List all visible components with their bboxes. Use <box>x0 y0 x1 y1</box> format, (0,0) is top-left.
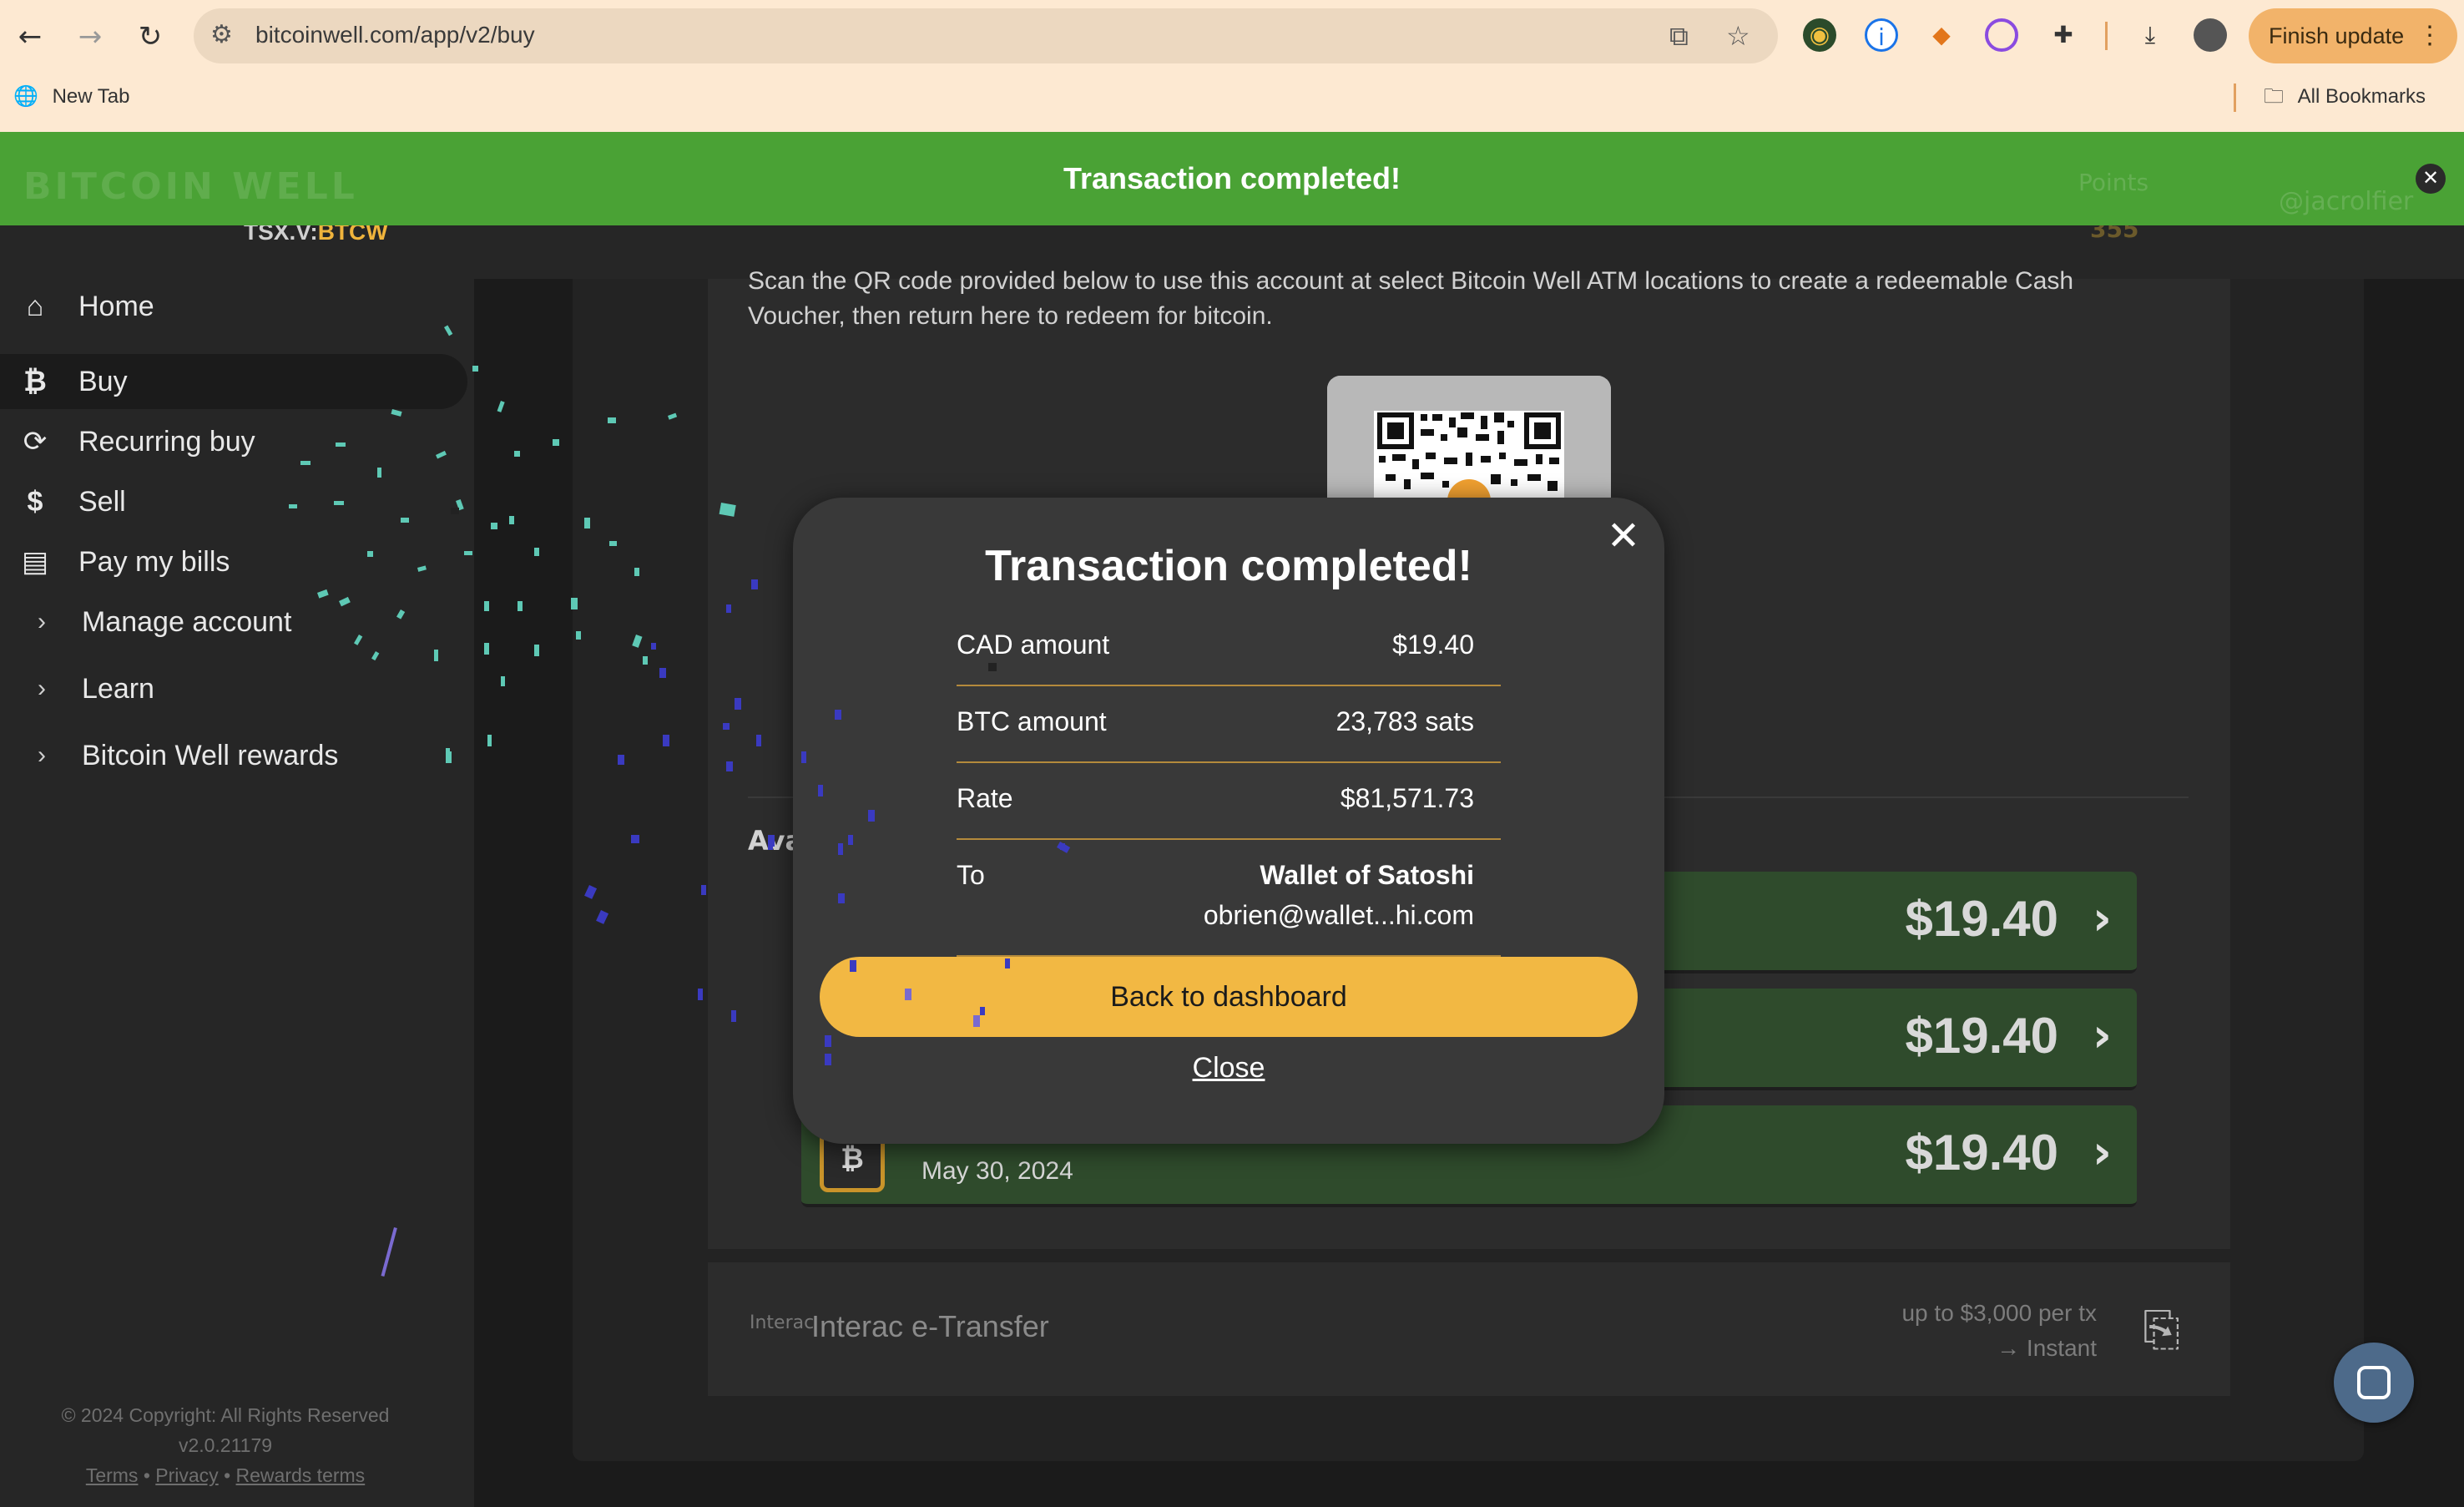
recipient-address: obrien@wallet...hi.com <box>1203 900 1474 930</box>
detail-row-to: To Wallet of Satoshi obrien@wallet...hi.… <box>957 860 1501 957</box>
globe-icon: 🌐 <box>13 85 38 108</box>
bookmarks-divider <box>2234 83 2236 112</box>
detail-key: CAD amount <box>957 630 1110 660</box>
sidebar-group-label: Learn <box>82 673 154 705</box>
card-description: Scan the QR code provided below to use t… <box>748 267 2074 330</box>
id-badge-icon: ⎘ <box>2143 1302 2180 1357</box>
chevron-right-icon: › <box>38 741 46 769</box>
extension-circle-icon[interactable] <box>1985 18 2018 52</box>
modal-title: Transaction completed! <box>985 542 1472 590</box>
all-bookmarks-label: All Bookmarks <box>2297 85 2426 108</box>
sidebar-item-label: Recurring buy <box>78 426 255 458</box>
site-settings-icon[interactable]: ⚙ <box>210 20 233 49</box>
finish-update-button[interactable]: Finish update ⋮ <box>2249 8 2457 63</box>
sidebar-item-label: Home <box>78 291 154 322</box>
voucher-date: May 30, 2024 <box>921 1157 1073 1185</box>
chevron-right-icon: › <box>2092 1009 2112 1063</box>
sidebar-item-pay-my-bills[interactable]: ▤ Pay my bills <box>0 534 467 589</box>
bitcoin-icon: ₿ <box>23 366 47 397</box>
interac-option[interactable]: Interac Interac e-Transfer up to $3,000 … <box>708 1262 2230 1396</box>
browser-chrome: ← → ↻ ⚙ bitcoinwell.com/app/v2/buy ⧉ ☆ ◉… <box>0 0 2464 132</box>
recurring-icon: ⟳ <box>23 426 48 458</box>
kebab-menu-icon: ⋮ <box>2417 22 2442 49</box>
home-icon: ⌂ <box>26 291 44 322</box>
reload-icon[interactable]: ↻ <box>130 17 170 57</box>
bookmark-label: New Tab <box>52 85 130 108</box>
detail-value: 23,783 sats <box>1336 706 1474 736</box>
chevron-right-icon: › <box>2092 892 2112 946</box>
bookmark-new-tab[interactable]: 🌐 New Tab <box>13 80 130 114</box>
username: @jacrolfier <box>2279 187 2414 216</box>
detail-key: BTC amount <box>957 706 1107 736</box>
interac-logo-icon: Interac <box>750 1312 815 1333</box>
chevron-right-icon: › <box>38 608 46 635</box>
footer-copyright: © 2024 Copyright: All Rights Reserved <box>61 1404 390 1426</box>
forward-arrow-icon[interactable]: → <box>70 17 110 57</box>
logo-text: BITCOIN WELL <box>23 165 358 208</box>
interac-speed-text: → Instant <box>1997 1335 2097 1361</box>
all-bookmarks[interactable]: 🗀 All Bookmarks <box>2264 80 2426 114</box>
privacy-link[interactable]: Privacy <box>155 1464 218 1486</box>
points-label: Points <box>2078 169 2149 196</box>
sidebar-group-label: Manage account <box>82 606 292 638</box>
detail-row-cad: CAD amount $19.40 <box>957 630 1501 686</box>
sidebar-item-recurring-buy[interactable]: ⟳ Recurring buy <box>0 414 467 469</box>
chevron-right-icon: › <box>38 675 46 702</box>
sidebar-group-learn[interactable]: › Learn <box>0 661 467 716</box>
address-bar[interactable]: ⚙ bitcoinwell.com/app/v2/buy ⧉ ☆ <box>194 8 1778 63</box>
bookmark-star-icon[interactable]: ☆ <box>1726 20 1750 52</box>
sidebar-item-label: Pay my bills <box>78 546 230 578</box>
interac-limit-text: up to $3,000 per tx <box>1901 1300 2097 1326</box>
detail-key: Rate <box>957 783 1013 813</box>
banner-message: Transaction completed! <box>1063 161 1401 195</box>
finish-update-label: Finish update <box>2269 23 2405 48</box>
puzzle-extensions-icon[interactable]: ✚ <box>2047 18 2080 52</box>
bill-icon: ▤ <box>21 546 49 578</box>
dollar-icon: $ <box>27 486 43 518</box>
detail-value: $19.40 <box>1392 630 1474 660</box>
sidebar-group-rewards[interactable]: › Bitcoin Well rewards <box>0 728 467 783</box>
sidebar-item-label: Sell <box>78 486 126 518</box>
detail-value: $81,571.73 <box>1340 783 1474 813</box>
chat-launcher-button[interactable] <box>2334 1343 2414 1423</box>
interac-limit: up to $3,000 per tx → Instant <box>1901 1296 2097 1366</box>
metamask-icon[interactable]: ◆ <box>1925 18 1958 52</box>
download-icon[interactable]: ⤓ <box>2133 18 2167 52</box>
extension-icon[interactable]: ◉ <box>1803 18 1836 52</box>
sidebar-item-buy[interactable]: ₿ Buy <box>0 354 467 409</box>
qr-code-graphic <box>1327 376 1611 501</box>
back-arrow-icon[interactable]: ← <box>10 17 50 57</box>
qr-code <box>1327 376 1611 501</box>
password-manager-icon[interactable]: i <box>1865 18 1898 52</box>
profile-avatar[interactable] <box>2194 18 2227 52</box>
footer-links: Terms • Privacy • Rewards terms <box>85 1464 366 1486</box>
voucher-amount: $19.40 <box>1905 891 2058 947</box>
voucher-amount: $19.40 <box>1905 1008 2058 1064</box>
close-link[interactable]: Close <box>793 1052 1664 1085</box>
address-bar-url[interactable]: bitcoinwell.com/app/v2/buy <box>255 22 535 48</box>
footer-version: v2.0.21179 <box>178 1434 273 1456</box>
banner-close-icon[interactable]: ✕ <box>2416 164 2446 194</box>
voucher-amount: $19.40 <box>1905 1125 2058 1181</box>
sidebar-group-manage-account[interactable]: › Manage account <box>0 594 467 650</box>
chevron-right-icon: › <box>2092 1125 2112 1180</box>
toolbar-divider <box>2105 22 2108 50</box>
recipient-name: Wallet of Satoshi <box>1260 860 1474 890</box>
sidebar-item-home[interactable]: ⌂ Home <box>0 279 467 334</box>
sidebar-item-sell[interactable]: $ Sell <box>0 474 467 529</box>
sidebar: ⌂ Home ₿ Buy ⟳ Recurring buy $ Sell ▤ Pa… <box>0 279 474 1507</box>
sidebar-group-label: Bitcoin Well rewards <box>82 740 339 771</box>
chat-icon <box>2357 1366 2391 1399</box>
detail-key: To <box>957 860 985 890</box>
folder-icon: 🗀 <box>2264 85 2284 108</box>
detail-row-btc: BTC amount 23,783 sats <box>957 706 1501 763</box>
translate-icon[interactable]: ⧉ <box>1669 20 1689 53</box>
success-banner: BITCOIN WELL Transaction completed! Poin… <box>0 132 2464 225</box>
terms-link[interactable]: Terms <box>86 1464 139 1486</box>
detail-row-rate: Rate $81,571.73 <box>957 783 1501 840</box>
rewards-terms-link[interactable]: Rewards terms <box>236 1464 366 1486</box>
interac-label: Interac e-Transfer <box>811 1309 1049 1343</box>
sidebar-item-label: Buy <box>78 366 128 397</box>
back-to-dashboard-button[interactable]: Back to dashboard <box>820 957 1638 1037</box>
